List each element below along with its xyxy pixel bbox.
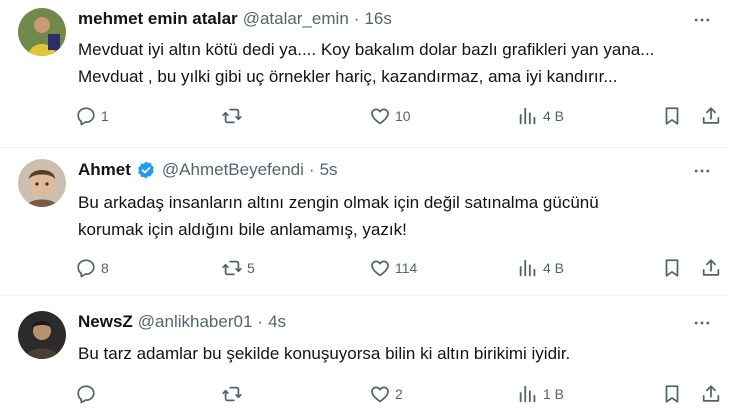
views-count: 4 B <box>543 260 565 276</box>
tweet-item[interactable]: mehmet emin atalar @atalar_emin · 16s Me… <box>0 0 730 148</box>
tweet-text-line: Bu arkadaş insanların altını zengin olma… <box>78 193 599 212</box>
heart-icon <box>371 108 389 125</box>
display-name[interactable]: NewsZ <box>78 311 133 333</box>
retweet-button[interactable] <box>221 104 247 128</box>
display-name[interactable]: mehmet emin atalar <box>78 8 238 30</box>
tweet-header: Ahmet @AhmetBeyefendi · 5s <box>78 159 338 181</box>
like-button[interactable]: 10 <box>369 104 411 128</box>
retweet-button[interactable]: 5 <box>221 256 255 280</box>
heart-icon <box>371 386 389 403</box>
tweet-actions: 1 10 4 B <box>75 104 725 128</box>
avatar[interactable] <box>18 311 66 359</box>
tweet-text-line: Bu tarz adamlar bu şekilde konuşuyorsa b… <box>78 344 571 363</box>
share-button[interactable] <box>700 382 722 406</box>
reply-count: 1 <box>101 108 109 124</box>
separator-dot: · <box>257 312 264 331</box>
retweet-count: 5 <box>247 260 255 276</box>
bookmark-icon <box>665 385 679 403</box>
retweet-icon <box>222 386 242 402</box>
tweet-text: Mevduat iyi altın kötü dedi ya.... Koy b… <box>78 36 716 90</box>
bookmark-button[interactable] <box>661 382 683 406</box>
reply-icon <box>77 385 95 404</box>
share-button[interactable] <box>700 104 722 128</box>
reply-button[interactable]: 8 <box>75 256 109 280</box>
tweet-actions: 8 5 114 4 B <box>75 256 725 280</box>
more-horizontal-icon[interactable] <box>690 311 714 335</box>
views-count: 1 B <box>543 386 565 402</box>
share-icon <box>702 259 720 276</box>
like-count: 2 <box>395 386 403 402</box>
views-chart-icon <box>519 107 536 125</box>
reply-button[interactable]: 1 <box>75 104 109 128</box>
heart-icon <box>371 260 389 277</box>
tweet-item[interactable]: Ahmet @AhmetBeyefendi · 5s Bu arkadaş in… <box>0 148 730 296</box>
views-button[interactable]: 4 B <box>517 256 564 280</box>
bookmark-icon <box>665 107 679 125</box>
views-chart-icon <box>519 259 536 277</box>
timestamp[interactable]: 4s <box>268 311 286 333</box>
tweet-item[interactable]: NewsZ @anlikhaber01 · 4s Bu tarz adamlar… <box>0 296 730 420</box>
like-button[interactable]: 114 <box>369 256 417 280</box>
more-horizontal-icon[interactable] <box>690 8 714 32</box>
reply-count: 8 <box>101 260 109 276</box>
user-handle[interactable]: @AhmetBeyefendi <box>162 159 304 181</box>
tweet-text-line: Mevduat iyi altın kötü dedi ya.... Koy b… <box>78 40 655 59</box>
bookmark-button[interactable] <box>661 256 683 280</box>
tweet-header: mehmet emin atalar @atalar_emin · 16s <box>78 8 392 30</box>
tweet-text: Bu arkadaş insanların altını zengin olma… <box>78 189 716 243</box>
user-handle[interactable]: @atalar_emin <box>243 8 349 30</box>
separator-dot: · <box>353 9 360 28</box>
tweet-text: Bu tarz adamlar bu şekilde konuşuyorsa b… <box>78 340 716 367</box>
tweet-text-line: Mevduat , bu yılki gibi uç örnekler hari… <box>78 67 618 86</box>
like-count: 114 <box>395 260 418 276</box>
user-handle[interactable]: @anlikhaber01 <box>138 311 253 333</box>
tweet-actions: 2 1 B <box>75 382 725 406</box>
timestamp[interactable]: 5s <box>320 159 338 181</box>
reply-button[interactable] <box>75 382 101 406</box>
avatar[interactable] <box>18 159 66 207</box>
verified-badge-icon <box>136 160 156 180</box>
views-count: 4 B <box>543 108 565 124</box>
more-horizontal-icon[interactable] <box>690 159 714 183</box>
like-count: 10 <box>395 108 411 124</box>
retweet-button[interactable] <box>221 382 247 406</box>
views-button[interactable]: 4 B <box>517 104 564 128</box>
share-icon <box>702 385 720 402</box>
like-button[interactable]: 2 <box>369 382 403 406</box>
tweet-header: NewsZ @anlikhaber01 · 4s <box>78 311 286 333</box>
bookmark-icon <box>665 259 679 277</box>
share-button[interactable] <box>700 256 722 280</box>
tweet-feed: mehmet emin atalar @atalar_emin · 16s Me… <box>0 0 730 420</box>
retweet-icon <box>222 108 242 124</box>
share-icon <box>702 107 720 124</box>
bookmark-button[interactable] <box>661 104 683 128</box>
separator-dot: · <box>308 160 315 179</box>
avatar[interactable] <box>18 8 66 56</box>
reply-icon <box>77 107 95 126</box>
tweet-text-line: korumak için aldığını bile anlamamış, ya… <box>78 220 407 239</box>
timestamp[interactable]: 16s <box>364 8 391 30</box>
retweet-icon <box>222 260 242 276</box>
views-chart-icon <box>519 385 536 403</box>
display-name[interactable]: Ahmet <box>78 159 131 181</box>
views-button[interactable]: 1 B <box>517 382 564 406</box>
reply-icon <box>77 259 95 278</box>
